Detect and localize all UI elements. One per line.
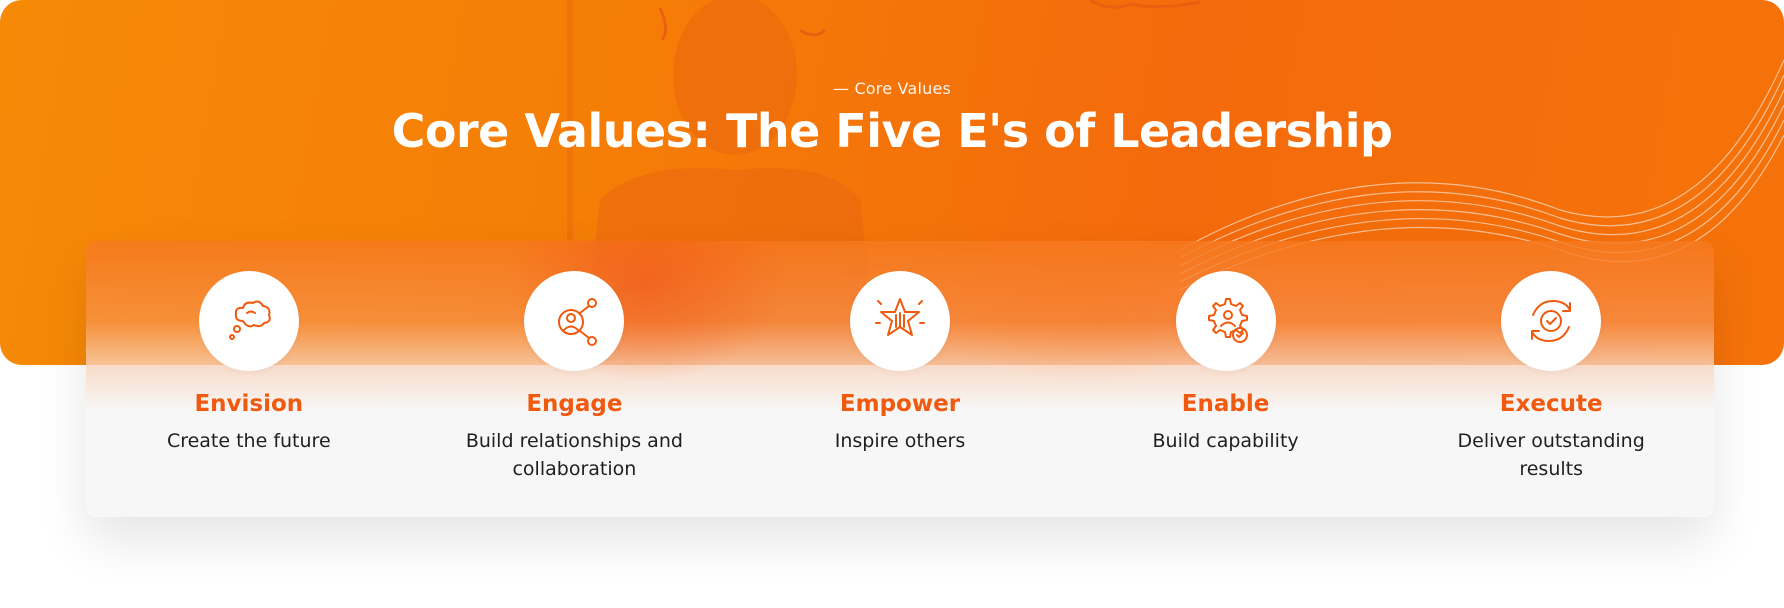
value-name: Envision bbox=[194, 391, 304, 417]
value-name: Empower bbox=[839, 391, 961, 417]
network-user-icon bbox=[524, 271, 625, 371]
section-eyebrow: — Core Values bbox=[832, 79, 952, 98]
value-description: Create the future bbox=[166, 430, 331, 452]
thought-cloud-icon bbox=[198, 271, 299, 371]
value-name: Engage bbox=[526, 391, 623, 417]
value-item-engage: Engage Build relationships and collabora… bbox=[412, 241, 738, 517]
value-description: Build capability bbox=[1152, 430, 1299, 452]
gear-check-cycle-icon bbox=[1501, 271, 1602, 371]
gear-user-check-icon bbox=[1175, 271, 1276, 371]
value-item-empower: Empower Inspire others bbox=[737, 241, 1063, 517]
values-card: Envision Create the future Engage Build … bbox=[86, 241, 1714, 517]
raised-hand-star-icon bbox=[849, 271, 950, 371]
value-description: Deliver outstanding results bbox=[1457, 430, 1645, 480]
value-description: Build relationships and collaboration bbox=[465, 430, 683, 480]
value-description: Inspire others bbox=[834, 430, 966, 452]
value-name: Execute bbox=[1499, 391, 1603, 417]
page-title: Core Values: The Five E's of Leadership bbox=[391, 104, 1393, 158]
value-name: Enable bbox=[1181, 391, 1270, 417]
value-item-execute: Execute Deliver outstanding results bbox=[1388, 241, 1714, 517]
value-item-envision: Envision Create the future bbox=[86, 241, 412, 517]
values-list: Envision Create the future Engage Build … bbox=[86, 241, 1714, 517]
value-item-enable: Enable Build capability bbox=[1063, 241, 1389, 517]
